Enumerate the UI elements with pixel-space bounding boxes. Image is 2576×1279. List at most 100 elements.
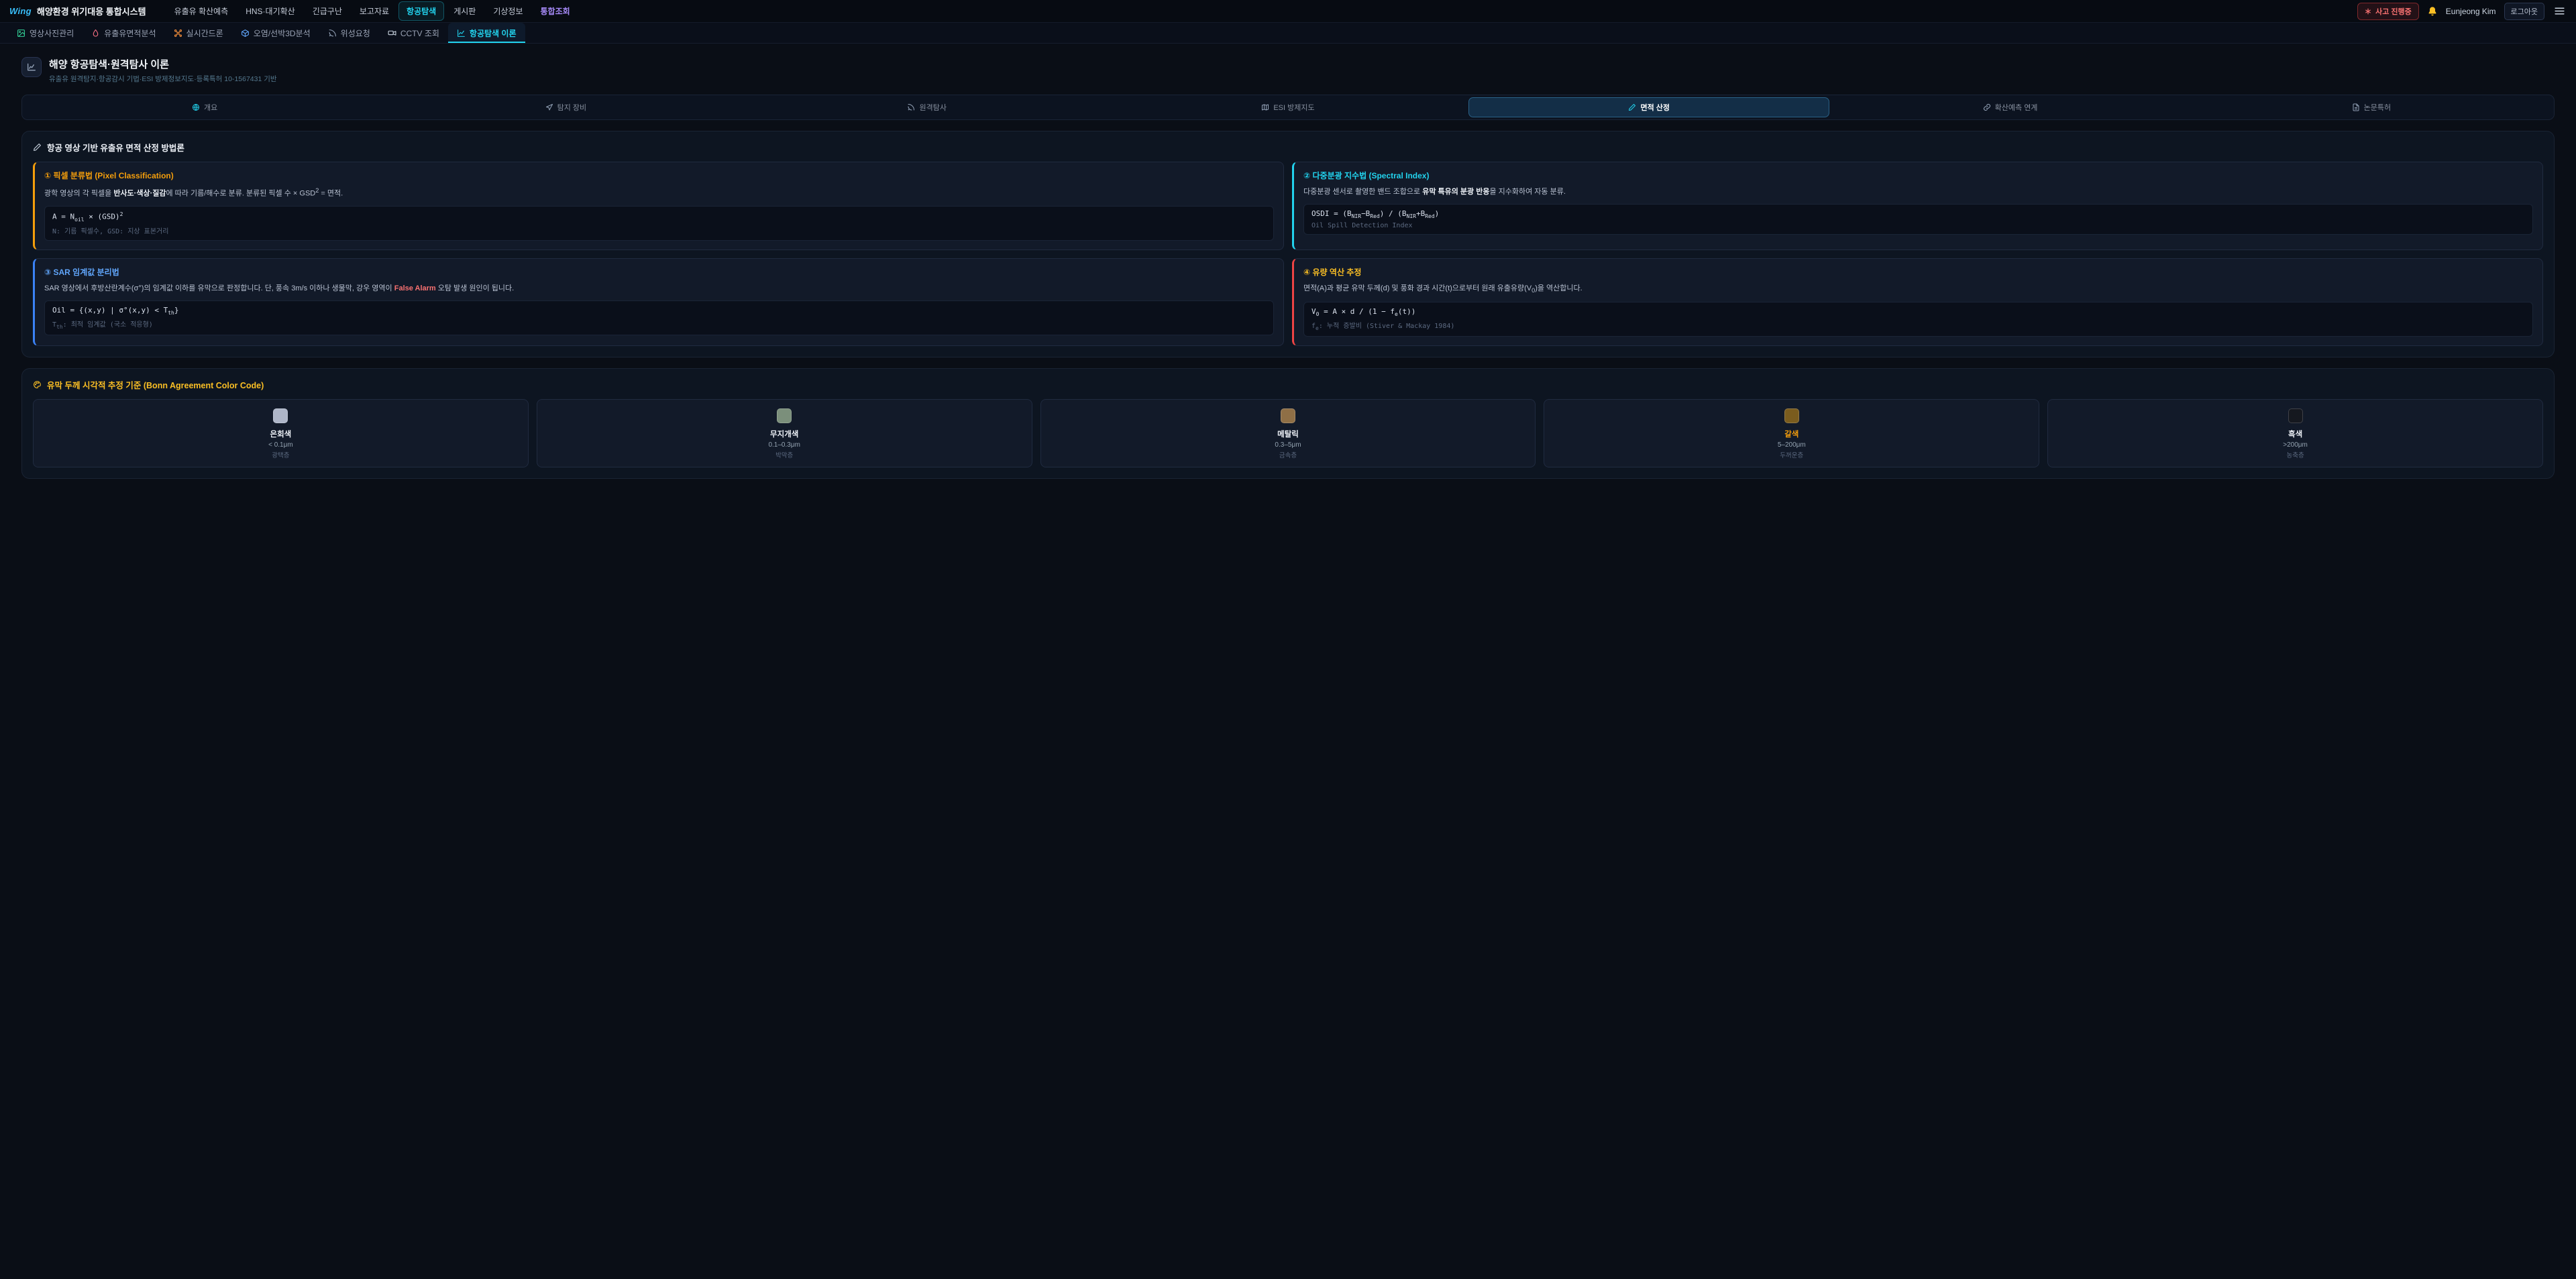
photo-icon [17, 29, 25, 38]
formula: V0 = A × d / (1 − fe(t)) [1311, 307, 2525, 317]
plane-icon [545, 103, 553, 111]
thickness-name: 무지개색 [544, 429, 1025, 439]
bell-icon[interactable] [2427, 6, 2438, 17]
formula-note: N: 기름 픽셀수, GSD: 지상 표본거리 [52, 225, 1266, 235]
drone-icon [174, 29, 182, 38]
page-title: 해양 항공탐색·원격탐사 이론 [49, 57, 277, 71]
thickness-layer: 금속층 [1048, 450, 1529, 459]
formula: Oil = {(x,y) | σ°(x,y) < Tth} [52, 306, 1266, 316]
top-right-cluster: 사고 진행중 Eunjeong Kim 로그아웃 [2357, 3, 2567, 20]
bonn-grid: 은회색 < 0.1μm 광택층 무지개색 0.1–0.3μm 박막층 메탈릭 0… [33, 399, 2543, 467]
subtab-image-management[interactable]: 영상사진관리 [8, 23, 83, 43]
methods-section-heading: 항공 영상 기반 유출유 면적 산정 방법론 [33, 141, 2543, 154]
satellite-icon [907, 103, 915, 111]
tab-papers-patents[interactable]: 논문특허 [2191, 97, 2552, 117]
method-card-title: ① 픽셀 분류법 (Pixel Classification) [44, 170, 1274, 181]
thickness-layer: 농축층 [2055, 450, 2536, 459]
color-swatch [273, 408, 288, 423]
tab-detection-equipment[interactable]: 탐지 장비 [385, 97, 746, 117]
thickness-name: 갈색 [1551, 429, 2032, 439]
brand[interactable]: Wing 해양환경 위기대응 통합시스템 [9, 5, 146, 17]
thickness-range: >200μm [2055, 441, 2536, 449]
color-swatch [1784, 408, 1799, 423]
method-card-sar-threshold: ③ SAR 임계값 분리법 SAR 영상에서 후방산란계수(σ°)의 임계값 이… [33, 258, 1284, 347]
cube-icon [241, 29, 250, 38]
chart-icon [457, 29, 466, 38]
subtab-cctv[interactable]: CCTV 조회 [379, 23, 448, 43]
area-chart-icon [21, 57, 42, 77]
area-methods-section: 항공 영상 기반 유출유 면적 산정 방법론 ① 픽셀 분류법 (Pixel C… [21, 131, 2555, 357]
color-swatch [1281, 408, 1295, 423]
method-card-title: ② 다중분광 지수법 (Spectral Index) [1303, 170, 2533, 181]
formula-note: Tth: 최적 임계값 (국소 적응형) [52, 319, 1266, 330]
subtab-realtime-drone[interactable]: 실시간드론 [165, 23, 232, 43]
nav-item-aerial-search[interactable]: 항공탐색 [398, 1, 444, 21]
tab-diffusion-link[interactable]: 확산예측 연계 [1829, 97, 2190, 117]
page-subtitle: 유출유 원격탐지·항공감시 기법·ESI 방제정보지도·등록특허 10-1567… [49, 74, 277, 84]
tab-overview[interactable]: 개요 [24, 97, 385, 117]
method-card-spectral-index: ② 다중분광 지수법 (Spectral Index) 다중분광 센서로 촬영한… [1292, 162, 2543, 250]
color-swatch [777, 408, 792, 423]
method-card-description: 다중분광 센서로 촬영한 밴드 조합으로 유막 특유의 분광 반응을 지수화하여… [1303, 186, 2533, 198]
palette-icon [33, 380, 42, 389]
alert-icon [2365, 8, 2371, 15]
nav-item-board[interactable]: 게시판 [445, 1, 484, 21]
nav-item-weather[interactable]: 기상정보 [485, 1, 531, 21]
app-title: 해양환경 위기대응 통합시스템 [37, 5, 146, 17]
tab-remote-sensing[interactable]: 원격탐사 [747, 97, 1108, 117]
subtab-satellite-request[interactable]: 위성요청 [319, 23, 379, 43]
app-logo: Wing [9, 6, 32, 16]
pencil-icon [1628, 103, 1636, 111]
subtab-aerial-search-theory[interactable]: 항공탐색 이론 [448, 23, 525, 43]
formula-block: OSDI = (BNIR−BRed) / (BNIR+BRed) Oil Spi… [1303, 204, 2533, 235]
method-card-title: ③ SAR 임계값 분리법 [44, 266, 1274, 278]
page-header: 해양 항공탐색·원격탐사 이론 유출유 원격탐지·항공감시 기법·ESI 방제정… [21, 57, 2555, 84]
thickness-range: 0.3–5μm [1048, 441, 1529, 449]
method-card-volume-inversion: ④ 유량 역산 추정 면적(A)과 평균 유막 두께(d) 및 풍화 경과 시간… [1292, 258, 2543, 347]
main-content: 해양 항공탐색·원격탐사 이론 유출유 원격탐지·항공감시 기법·ESI 방제정… [0, 44, 2576, 506]
tab-esi-map[interactable]: ESI 방제지도 [1108, 97, 1468, 117]
logout-button[interactable]: 로그아웃 [2504, 3, 2544, 20]
bonn-color-code-section: 유막 두께 시각적 추정 기준 (Bonn Agreement Color Co… [21, 368, 2555, 479]
method-card-description: 광학 영상의 각 픽셀을 반사도·색상·질감에 따라 기름/해수로 분류. 분류… [44, 186, 1274, 200]
page-header-text: 해양 항공탐색·원격탐사 이론 유출유 원격탐지·항공감시 기법·ESI 방제정… [49, 57, 277, 84]
formula-note: Oil Spill Detection Index [1311, 222, 2525, 229]
thickness-name: 은회색 [40, 429, 521, 439]
bonn-card-black: 흑색 >200μm 농축층 [2047, 399, 2543, 467]
subtab-oil-area-analysis[interactable]: 유출유면적분석 [83, 23, 164, 43]
theory-tab-bar: 개요 탐지 장비 원격탐사 ESI 방제지도 면적 산정 확산예측 연계 논문특… [21, 95, 2555, 120]
formula-block: Oil = {(x,y) | σ°(x,y) < Tth} Tth: 최적 임계… [44, 300, 1274, 335]
subtab-ship-3d-analysis[interactable]: 오염/선박3D분석 [232, 23, 319, 43]
thickness-range: 0.1–0.3μm [544, 441, 1025, 449]
thickness-range: < 0.1μm [40, 441, 521, 449]
bonn-card-silver: 은회색 < 0.1μm 광택층 [33, 399, 529, 467]
nav-item-spill-forecast[interactable]: 유출유 확산예측 [166, 1, 237, 21]
droplet-icon [91, 29, 100, 38]
bonn-card-rainbow: 무지개색 0.1–0.3μm 박막층 [537, 399, 1032, 467]
tab-area-calculation[interactable]: 면적 산정 [1468, 97, 1829, 117]
satellite-icon [328, 29, 337, 38]
nav-item-integrated-search[interactable]: 통합조회 [533, 1, 578, 21]
methods-grid: ① 픽셀 분류법 (Pixel Classification) 광학 영상의 각… [33, 162, 2543, 346]
bonn-card-metallic: 메탈릭 0.3–5μm 금속층 [1040, 399, 1536, 467]
thickness-layer: 두꺼운층 [1551, 450, 2032, 459]
method-card-description: SAR 영상에서 후방산란계수(σ°)의 임계값 이하를 유막으로 판정합니다.… [44, 282, 1274, 294]
top-bar: Wing 해양환경 위기대응 통합시스템 유출유 확산예측 HNS·대기확산 긴… [0, 0, 2576, 23]
nav-item-reports[interactable]: 보고자료 [352, 1, 397, 21]
incident-status-badge[interactable]: 사고 진행중 [2357, 3, 2419, 20]
thickness-layer: 광택층 [40, 450, 521, 459]
color-swatch [2288, 408, 2303, 423]
document-icon [2352, 103, 2360, 111]
formula: A = Noil × (GSD)2 [52, 211, 1266, 223]
nav-item-hns[interactable]: HNS·대기확산 [237, 1, 303, 21]
method-card-title: ④ 유량 역산 추정 [1303, 266, 2533, 278]
cctv-icon [388, 29, 396, 38]
formula-block: A = Noil × (GSD)2 N: 기름 픽셀수, GSD: 지상 표본거… [44, 206, 1274, 241]
map-icon [1261, 103, 1269, 111]
method-card-description: 면적(A)과 평균 유막 두께(d) 및 풍화 경과 시간(t)으로부터 원래 … [1303, 282, 2533, 296]
nav-item-rescue[interactable]: 긴급구난 [305, 1, 350, 21]
formula: OSDI = (BNIR−BRed) / (BNIR+BRed) [1311, 209, 2525, 219]
formula-note: fe: 누적 증발비 (Stiver & Mackay 1984) [1311, 320, 2525, 331]
user-name: Eunjeong Kim [2446, 7, 2496, 16]
hamburger-menu-icon[interactable] [2553, 4, 2567, 18]
